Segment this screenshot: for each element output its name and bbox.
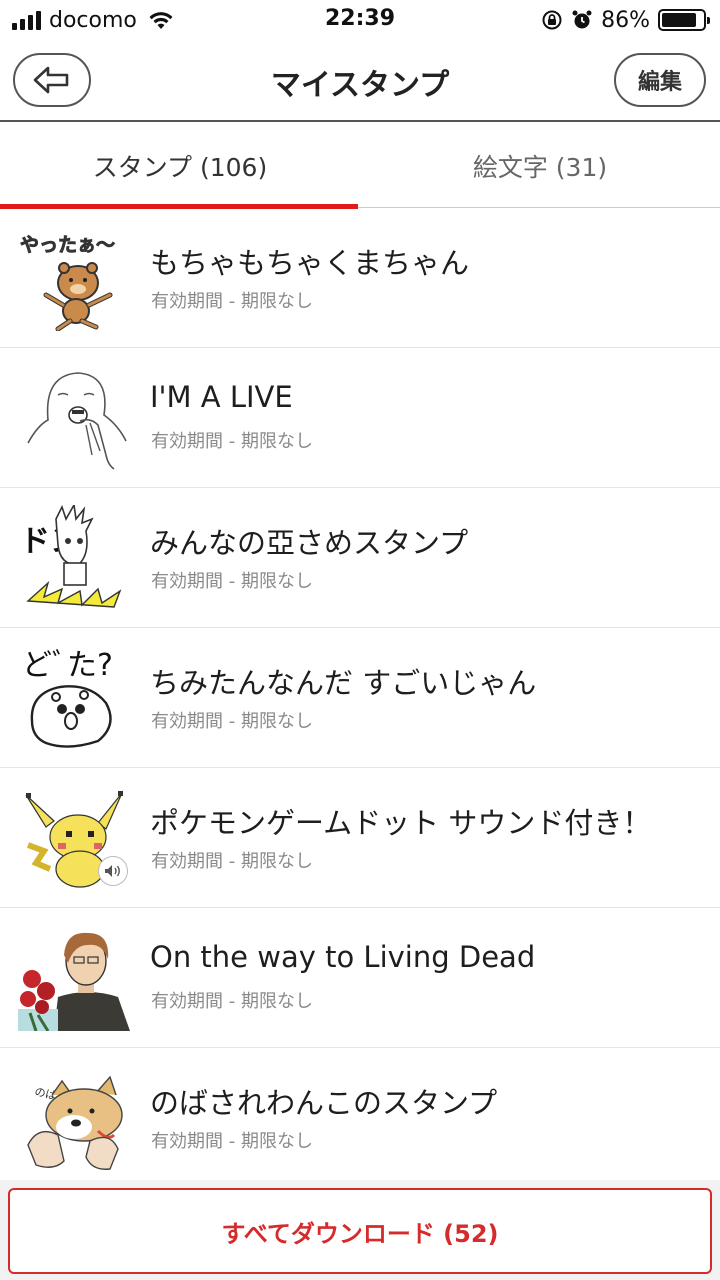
dog-sticker-thumbnail: のばず [27,1075,123,1170]
sticker-validity: 有効期間 - 期限なし [151,431,313,452]
sticker-title: ポケモンゲームドット サウンド付き！ [150,806,652,840]
sticker-validity: 有効期間 - 期限なし [151,291,313,312]
sticker-list: やったぁ〜 もちゃもちゃくまちゃん 有効期間 - 期限なし I'M A LIVE… [0,208,720,1188]
footer-bar: すべてダウンロード (52) [0,1180,720,1280]
sound-icon [98,856,128,886]
status-right: 86% [541,6,710,34]
girl-sticker-thumbnail: ドン [20,505,122,608]
edit-button[interactable]: 編集 [614,53,706,107]
list-item[interactable]: ポケモンゲームドット サウンド付き！ 有効期間 - 期限なし [0,768,720,908]
list-item[interactable]: どﾞた? ちみたんなんだ すごいじゃん 有効期間 - 期限なし [0,628,720,768]
sticker-title: みんなの亞さめスタンプ [150,526,469,560]
list-item[interactable]: ドン みんなの亞さめスタンプ 有効期間 - 期限なし [0,488,720,628]
seal-sticker-thumbnail: どﾞた? [22,648,113,748]
ghost-face-sticker-thumbnail [27,372,127,470]
bear-sticker-thumbnail: やったぁ〜 [20,234,115,331]
tab-bar: スタンプ (106) 絵文字 (31) [0,124,720,209]
sticker-title: もちゃもちゃくまちゃん [150,246,470,280]
sticker-title: On the way to Living Dead [150,940,536,974]
tab-emoji[interactable]: 絵文字 (31) [360,124,720,208]
sticker-title: ちみたんなんだ すごいじゃん [150,666,537,700]
rotation-lock-icon [542,10,562,30]
tab-stamps[interactable]: スタンプ (106) [0,124,360,209]
man-with-roses-sticker-thumbnail [18,925,130,1031]
sticker-validity: 有効期間 - 期限なし [151,571,313,592]
sticker-validity: 有効期間 - 期限なし [151,1131,313,1152]
list-item[interactable]: のばず のばされわんこのスタンプ 有効期間 - 期限なし [0,1048,720,1188]
alarm-icon [572,10,592,29]
battery-percent: 86% [601,7,650,33]
download-all-button[interactable]: すべてダウンロード (52) [8,1188,712,1274]
nav-bar: マイスタンプ 編集 [0,40,720,122]
list-item[interactable]: やったぁ〜 もちゃもちゃくまちゃん 有効期間 - 期限なし [0,208,720,348]
thumb-text: やったぁ〜 [20,234,115,256]
sticker-validity: 有効期間 - 期限なし [151,851,313,872]
sticker-validity: 有効期間 - 期限なし [151,711,313,732]
sticker-title: I'M A LIVE [150,380,293,414]
list-item[interactable]: On the way to Living Dead 有効期間 - 期限なし [0,908,720,1048]
battery-fill [662,13,697,27]
sticker-validity: 有効期間 - 期限なし [151,991,313,1012]
sticker-title: のばされわんこのスタンプ [150,1086,498,1120]
page-title: マイスタンプ [270,68,450,103]
list-item[interactable]: I'M A LIVE 有効期間 - 期限なし [0,348,720,488]
status-bar: docomo 22:39 86% [0,0,720,40]
thumb-text: どﾞた? [22,648,113,683]
battery-icon [658,9,710,31]
